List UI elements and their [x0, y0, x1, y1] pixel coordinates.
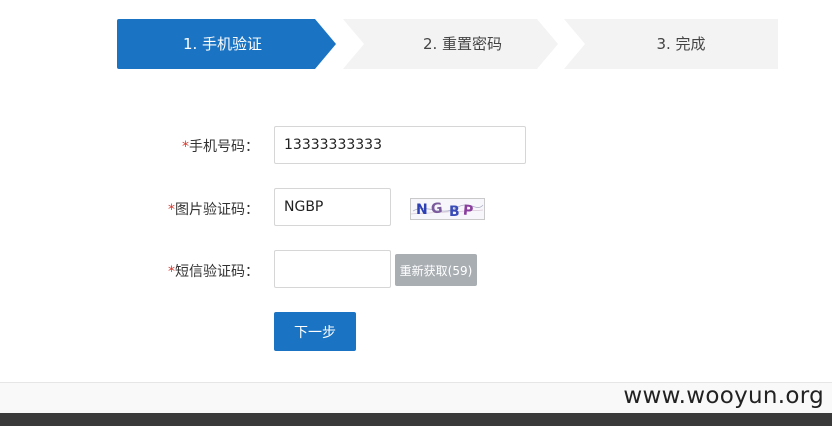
required-mark: * — [182, 139, 189, 155]
sms-code-input[interactable] — [274, 250, 391, 288]
reset-password-page: 1. 手机验证 2. 重置密码 3. 完成 *手机号码： *图片验证码： N G… — [0, 0, 832, 426]
step-phone-verify: 1. 手机验证 — [117, 19, 336, 69]
required-mark: * — [168, 264, 175, 280]
footer-bar — [0, 413, 832, 426]
step-label: 1. 手机验证 — [182, 35, 263, 53]
phone-label-text: 手机号码： — [189, 139, 259, 155]
captcha-char-1: N — [416, 202, 428, 218]
captcha-char-3: B — [449, 204, 460, 219]
next-step-button[interactable]: 下一步 — [274, 312, 356, 351]
captcha-graphic: N G B P — [411, 200, 484, 219]
watermark: www.wooyun.org — [623, 383, 824, 409]
required-mark: * — [168, 202, 175, 218]
sms-code-label-text: 短信验证码： — [175, 264, 259, 280]
step-reset-password: 2. 重置密码 — [343, 19, 558, 69]
image-code-label-text: 图片验证码： — [175, 202, 259, 218]
resend-sms-button[interactable]: 重新获取(59) — [395, 254, 477, 286]
step-label: 2. 重置密码 — [422, 35, 503, 53]
sms-code-label: *短信验证码： — [168, 261, 259, 281]
step-label: 3. 完成 — [656, 35, 706, 53]
image-code-label: *图片验证码： — [168, 199, 259, 219]
captcha-char-2: G — [430, 200, 443, 217]
progress-steps: 1. 手机验证 2. 重置密码 3. 完成 — [117, 19, 778, 69]
phone-label: *手机号码： — [182, 136, 259, 156]
image-code-input[interactable] — [274, 188, 391, 226]
captcha-image[interactable]: N G B P — [410, 198, 485, 220]
step-complete: 3. 完成 — [564, 19, 778, 69]
captcha-char-4: P — [462, 203, 474, 219]
phone-input[interactable] — [274, 126, 526, 164]
